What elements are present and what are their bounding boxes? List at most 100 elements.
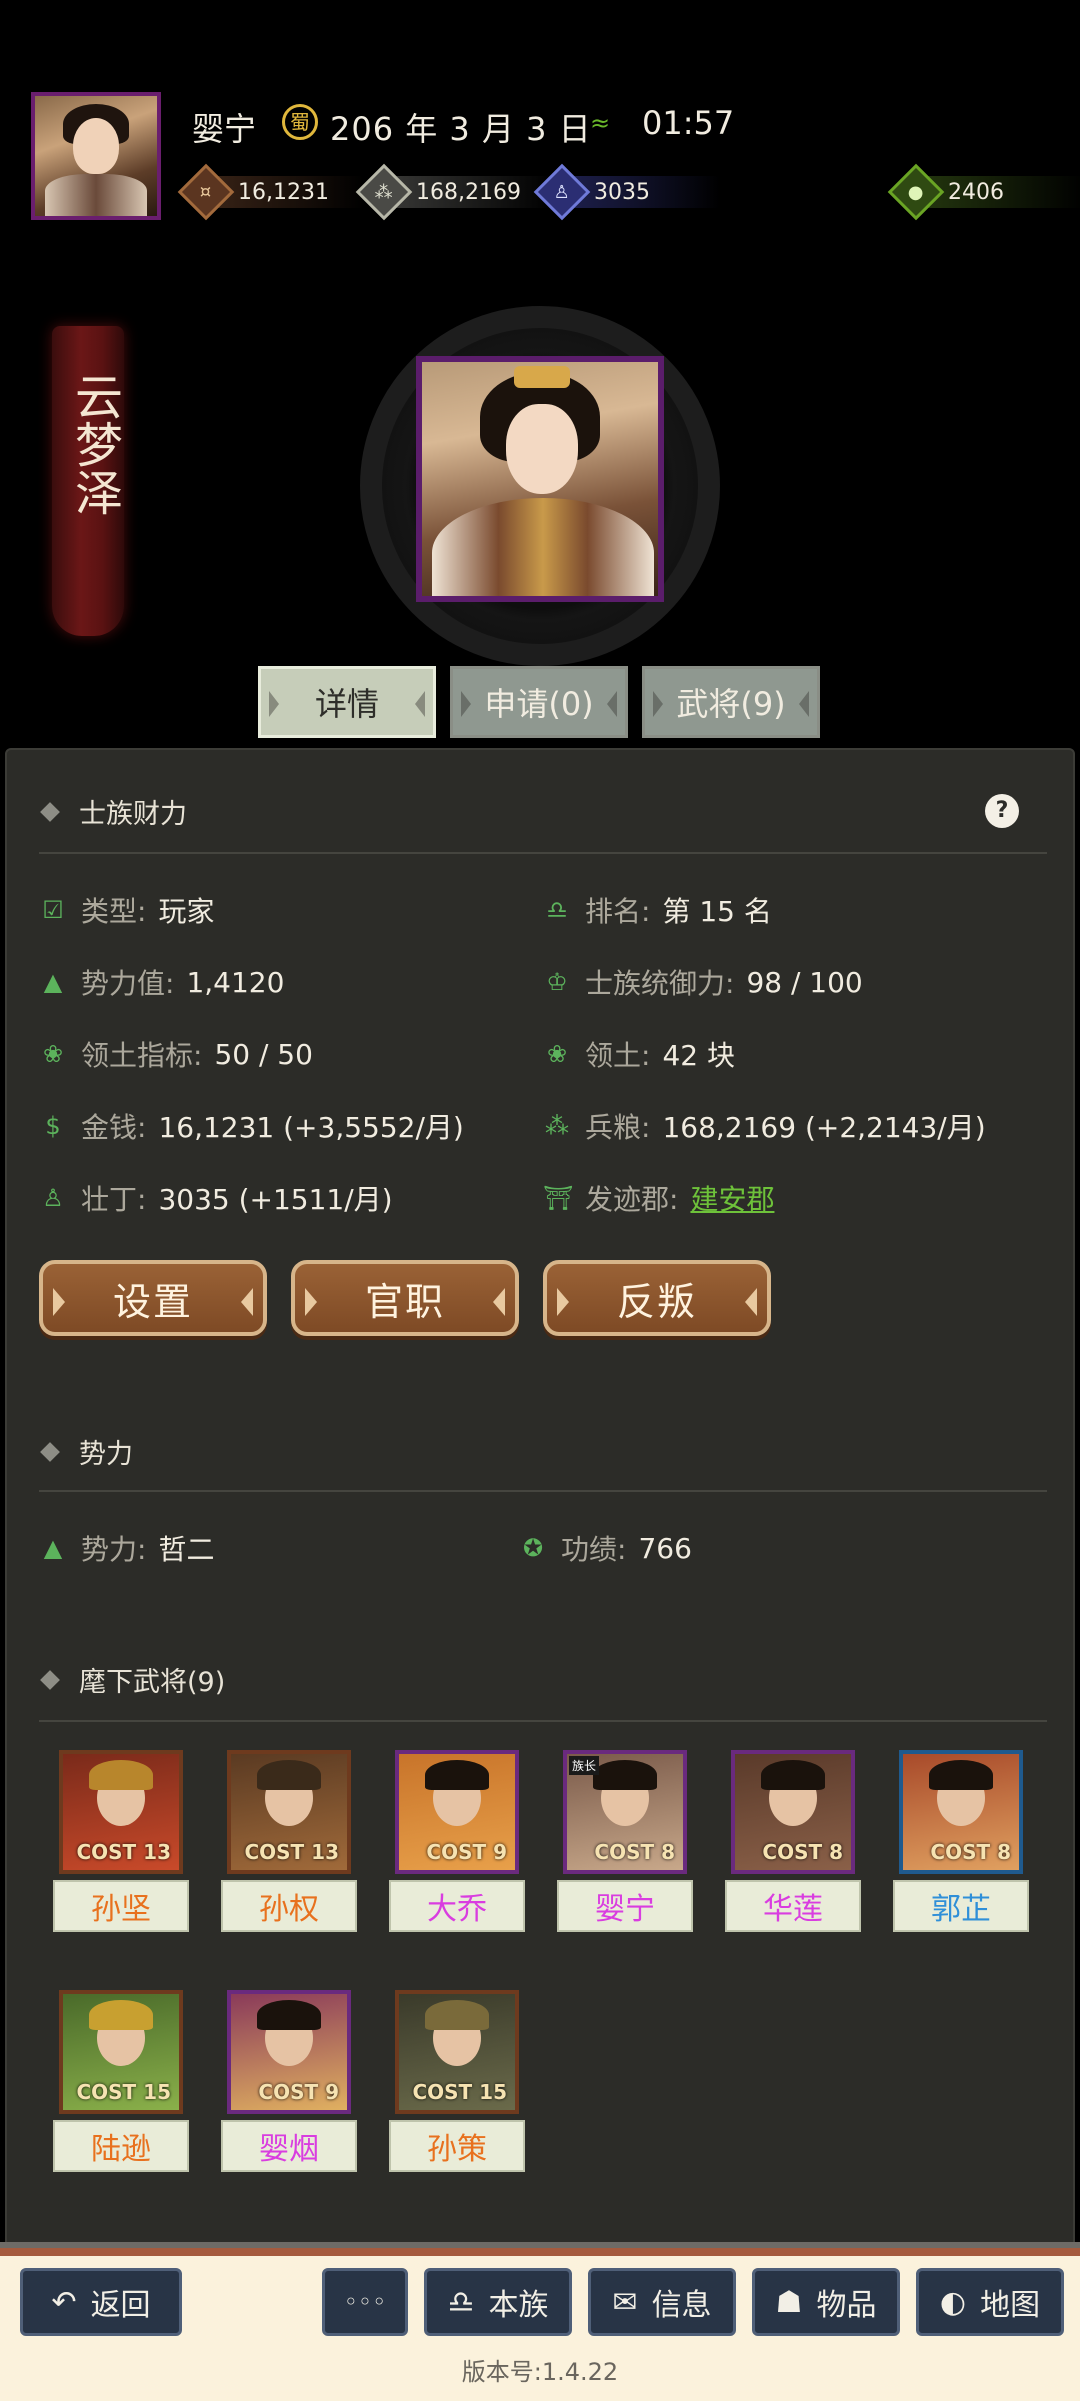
general-card[interactable]: COST 8 郭芷 bbox=[893, 1750, 1029, 1932]
top-status-bar: 婴宁 蜀 206 年 3 月 3 日 ≈ 01:57 ¤ 16,1231 ⁂ 1… bbox=[0, 0, 1080, 320]
settings-button[interactable]: 设置 bbox=[39, 1260, 267, 1336]
info-faction: ▲ 势力: 哲二 bbox=[39, 1528, 215, 1568]
lotus-icon: ❀ bbox=[42, 1040, 64, 1068]
clan-button[interactable]: ♎ 本族 bbox=[424, 2268, 572, 2336]
manpower-icon: ♙ bbox=[533, 163, 591, 221]
grasshopper-icon: ≈ bbox=[590, 109, 611, 137]
info-territory-quota: ❀ 领土指标: 50 / 50 bbox=[39, 1034, 313, 1074]
general-cost: COST 13 bbox=[244, 1840, 339, 1864]
general-name[interactable]: 陆逊 bbox=[53, 2120, 189, 2172]
general-name[interactable]: 郭芷 bbox=[893, 1880, 1029, 1932]
info-control: ♔ 士族统御力: 98 / 100 bbox=[543, 962, 863, 1002]
more-button[interactable]: ◦◦◦ bbox=[322, 2268, 408, 2336]
grain-value: 168,2169 bbox=[416, 179, 521, 205]
general-card[interactable]: COST 9 大乔 bbox=[389, 1750, 525, 1932]
player-name: 婴宁 bbox=[192, 110, 257, 148]
origin-commandery-link[interactable]: 建安郡 bbox=[690, 1178, 774, 1218]
general-card[interactable]: COST 15 陆逊 bbox=[53, 1990, 189, 2172]
bag-icon: ☗ bbox=[775, 2284, 803, 2320]
rebel-button[interactable]: 反叛 bbox=[543, 1260, 771, 1336]
money-value: 16,1231 bbox=[238, 179, 329, 205]
tab-generals[interactable]: 武将(9) bbox=[642, 666, 820, 738]
general-name[interactable]: 孙坚 bbox=[53, 1880, 189, 1932]
general-card[interactable]: COST 13 孙权 bbox=[221, 1750, 357, 1932]
gold-bag-icon: ● bbox=[887, 163, 945, 221]
info-button[interactable]: ✉ 信息 bbox=[588, 2268, 736, 2336]
tab-details[interactable]: 详情 bbox=[258, 666, 436, 738]
globe-icon: ◐ bbox=[939, 2284, 967, 2320]
ellipsis-icon: ◦◦◦ bbox=[343, 2288, 387, 2316]
info-merit: ✪ 功绩: 766 bbox=[519, 1528, 692, 1568]
general-cost: COST 9 bbox=[258, 2080, 339, 2104]
chat-bubble-icon: ✉ bbox=[612, 2284, 638, 2320]
general-cost: COST 15 bbox=[76, 2080, 171, 2104]
general-portrait[interactable]: COST 9 bbox=[227, 1990, 351, 2114]
game-date: 206 年 3 月 3 日 bbox=[330, 110, 592, 148]
gate-icon: ⛩ bbox=[543, 1184, 574, 1212]
clan-name: 云梦泽 bbox=[66, 372, 122, 516]
help-icon[interactable]: ? bbox=[985, 794, 1019, 828]
wheat-icon: ⁂ bbox=[545, 1112, 569, 1140]
general-cost: COST 8 bbox=[594, 1840, 675, 1864]
info-territory: ❀ 领土: 42 块 bbox=[543, 1034, 735, 1074]
general-portrait[interactable]: COST 13 bbox=[59, 1750, 183, 1874]
back-button[interactable]: ↶ 返回 bbox=[20, 2268, 182, 2336]
money-icon: ¤ bbox=[177, 163, 235, 221]
season-icon: 蜀 bbox=[282, 104, 318, 140]
rank-icon: ♎ bbox=[546, 896, 568, 924]
clan-banner: 云梦泽 bbox=[52, 326, 124, 636]
info-money: $ 金钱: 16,1231 (+3,5552/月) bbox=[39, 1106, 463, 1146]
medal-icon: ✪ bbox=[522, 1534, 544, 1562]
general-portrait[interactable]: COST 13 bbox=[227, 1750, 351, 1874]
general-portrait[interactable]: 族长 COST 8 bbox=[563, 1750, 687, 1874]
version-label: 版本号:1.4.22 bbox=[461, 2358, 619, 2386]
mountain-icon: ▲ bbox=[43, 1534, 63, 1562]
calendar-check-icon: ☑ bbox=[42, 896, 64, 924]
grain-resource: ⁂ 168,2169 bbox=[355, 163, 552, 221]
info-type: ☑ 类型: 玩家 bbox=[39, 890, 214, 930]
general-name[interactable]: 婴宁 bbox=[557, 1880, 693, 1932]
avatar-face bbox=[73, 118, 119, 174]
person-icon: ♙ bbox=[42, 1184, 64, 1212]
general-cost: COST 9 bbox=[426, 1840, 507, 1864]
general-cost: COST 8 bbox=[762, 1840, 843, 1864]
details-panel: 士族财力 ? ☑ 类型: 玩家 ▲ 势力值: 1,4120 ❀ 领土指标: 50 / … bbox=[5, 748, 1075, 2248]
money-resource: ¤ 16,1231 bbox=[177, 163, 364, 221]
general-card[interactable]: COST 8 华莲 bbox=[725, 1750, 861, 1932]
mountain-icon: ▲ bbox=[43, 968, 63, 996]
general-card[interactable]: COST 9 婴烟 bbox=[221, 1990, 357, 2172]
map-button[interactable]: ◐ 地图 bbox=[916, 2268, 1064, 2336]
manpower-value: 3035 bbox=[594, 179, 650, 205]
generals-section-title: 麾下武将(9) bbox=[40, 1660, 225, 1699]
player-avatar[interactable] bbox=[31, 92, 161, 220]
general-card[interactable]: COST 15 孙策 bbox=[389, 1990, 525, 2172]
general-cost: COST 13 bbox=[76, 1840, 171, 1864]
info-rank: ♎ 排名: 第 15 名 bbox=[543, 890, 772, 930]
manpower-resource: ♙ 3035 bbox=[533, 163, 720, 221]
clan-leader-portrait bbox=[416, 356, 664, 602]
official-post-button[interactable]: 官职 bbox=[291, 1260, 519, 1336]
general-portrait[interactable]: COST 9 bbox=[395, 1750, 519, 1874]
general-name[interactable]: 孙权 bbox=[221, 1880, 357, 1932]
clan-tabs: 详情 申请(0) 武将(9) bbox=[258, 666, 820, 738]
gold-resource[interactable]: ● 2406 bbox=[887, 163, 1080, 221]
general-portrait[interactable]: COST 8 bbox=[731, 1750, 855, 1874]
general-name[interactable]: 华莲 bbox=[725, 1880, 861, 1932]
info-manpower: ♙ 壮丁: 3035 (+1511/月) bbox=[39, 1178, 392, 1218]
grain-icon: ⁂ bbox=[355, 163, 413, 221]
general-portrait[interactable]: COST 8 bbox=[899, 1750, 1023, 1874]
general-name[interactable]: 婴烟 bbox=[221, 2120, 357, 2172]
info-origin: ⛩ 发迹郡: 建安郡 bbox=[543, 1178, 774, 1218]
general-portrait[interactable]: COST 15 bbox=[59, 1990, 183, 2114]
general-portrait[interactable]: COST 15 bbox=[395, 1990, 519, 2114]
items-button[interactable]: ☗ 物品 bbox=[752, 2268, 900, 2336]
faction-section-title: 势力 bbox=[40, 1432, 133, 1471]
general-card[interactable]: COST 13 孙坚 bbox=[53, 1750, 189, 1932]
tab-applications[interactable]: 申请(0) bbox=[450, 666, 628, 738]
gold-value: 2406 bbox=[948, 179, 1004, 205]
wealth-section-title: 士族财力 bbox=[40, 792, 187, 831]
return-arrow-icon: ↶ bbox=[51, 2284, 77, 2320]
general-card[interactable]: 族长 COST 8 婴宁 bbox=[557, 1750, 693, 1932]
general-name[interactable]: 大乔 bbox=[389, 1880, 525, 1932]
general-name[interactable]: 孙策 bbox=[389, 2120, 525, 2172]
